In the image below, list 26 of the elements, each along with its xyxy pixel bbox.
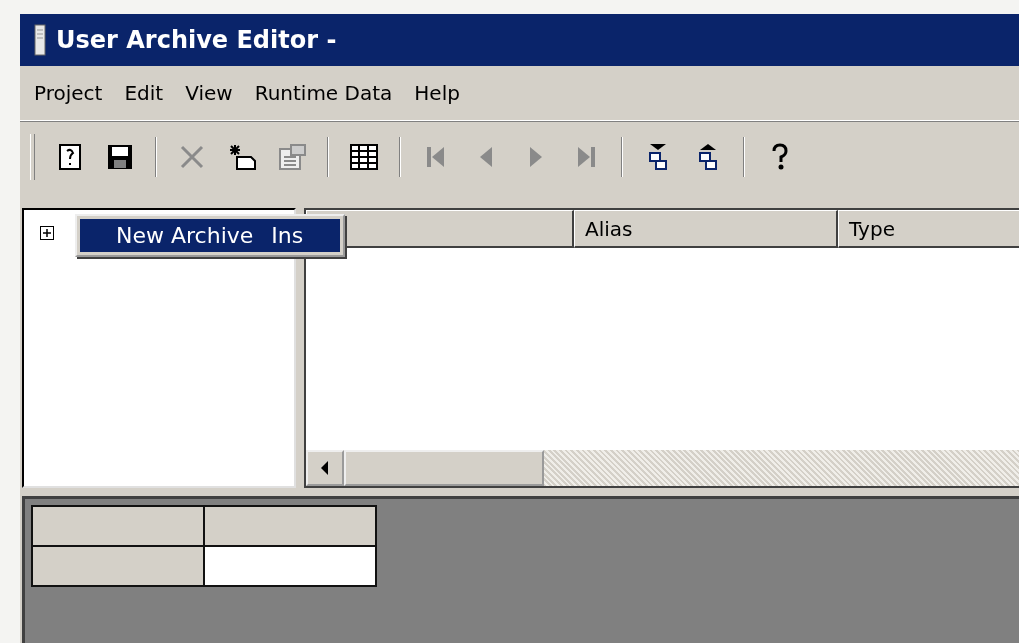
horizontal-scrollbar[interactable] (306, 450, 1019, 486)
delete-icon (179, 144, 205, 170)
move-up-icon (696, 142, 720, 172)
menu-item[interactable]: View (185, 81, 233, 105)
scroll-left-button[interactable] (306, 450, 344, 486)
menu-item-label: New Archive (116, 223, 254, 248)
save-icon (106, 143, 134, 171)
column-header[interactable]: Type (838, 210, 1019, 248)
left-arrow-icon (320, 461, 330, 475)
menu-item[interactable]: New Archive Ins (80, 219, 340, 252)
column-header[interactable]: Alias (574, 210, 838, 248)
menu-item[interactable]: Help (414, 81, 460, 105)
scroll-thumb[interactable] (344, 450, 544, 486)
table-icon (349, 143, 379, 171)
expand-icon[interactable] (40, 226, 54, 240)
menu-item[interactable]: Edit (124, 81, 164, 105)
menu-item[interactable]: Project (34, 81, 103, 105)
app-icon (34, 24, 46, 56)
properties-icon (277, 143, 307, 171)
window-title: User Archive Editor - (56, 26, 337, 54)
shortcut-label: Ins (271, 223, 304, 248)
move-down-icon (646, 142, 670, 172)
document-icon (57, 143, 83, 171)
new-item-icon (227, 143, 257, 171)
menu-item[interactable]: Runtime Data (254, 81, 393, 105)
grid-cell[interactable] (205, 547, 375, 585)
